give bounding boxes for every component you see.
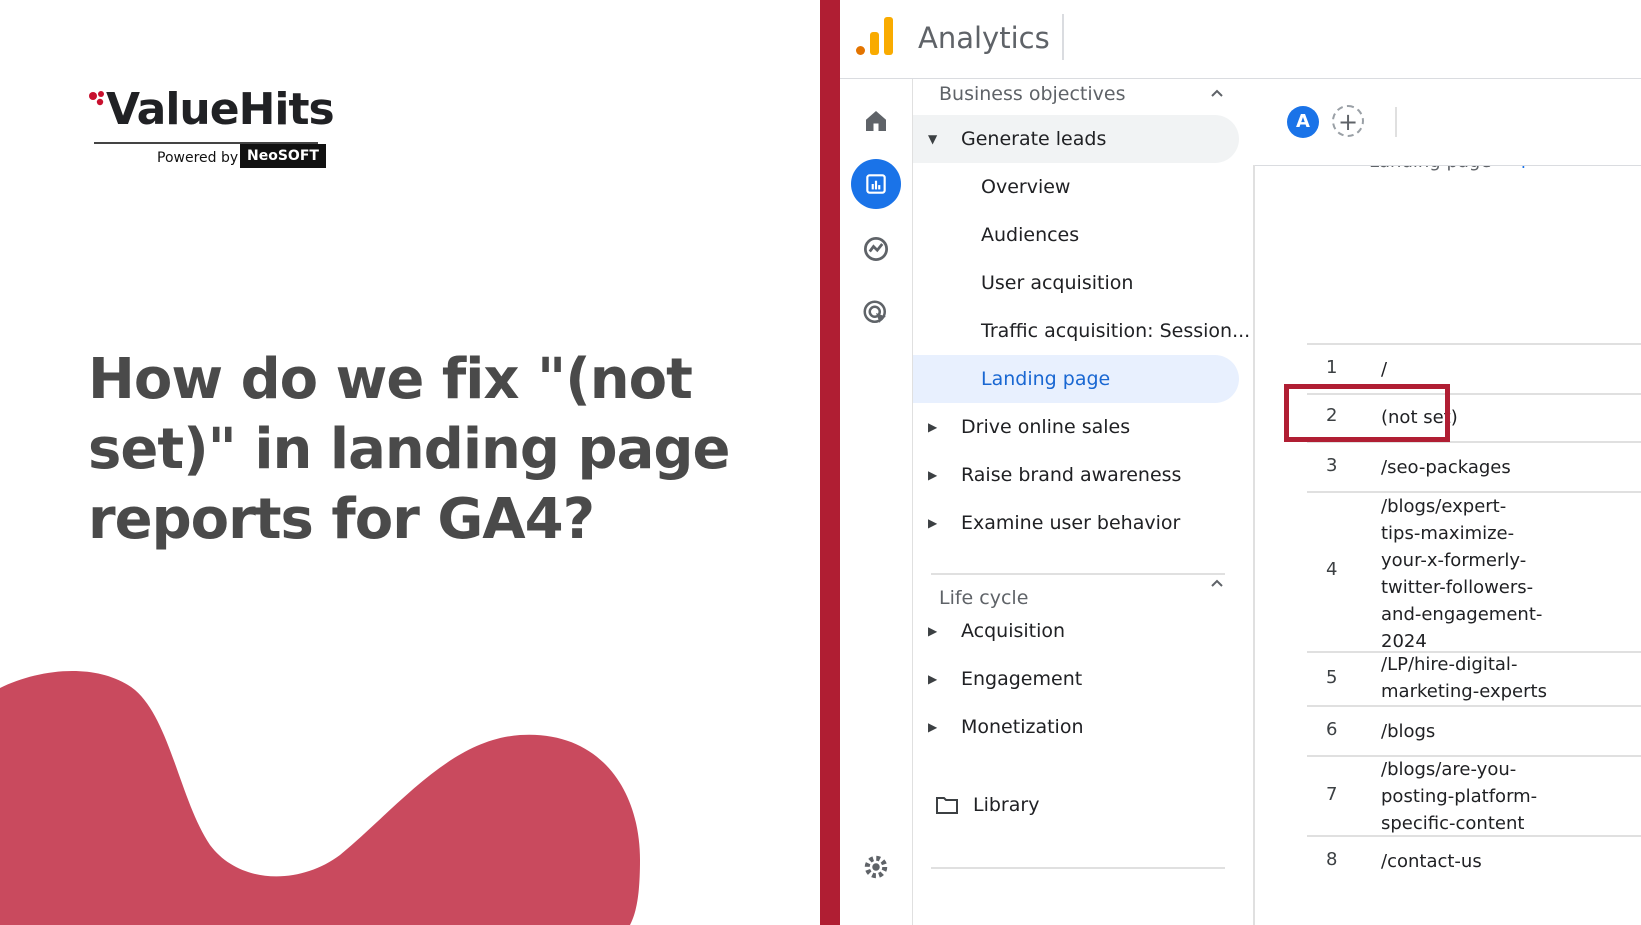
explore-icon[interactable] bbox=[854, 227, 898, 271]
page-title: How do we fix "(not set)" in landing pag… bbox=[88, 347, 730, 552]
folder-icon bbox=[936, 797, 958, 814]
caret-right-icon: ▶ bbox=[928, 468, 938, 482]
not-set-highlight-box bbox=[1284, 384, 1450, 442]
section-life-cycle[interactable]: Life cycle bbox=[939, 573, 1028, 609]
table-row[interactable]: 3 /seo-packages bbox=[1307, 443, 1641, 493]
nav-item-label: Traffic acquisition: Session... bbox=[981, 320, 1251, 342]
nav-item-label: Library bbox=[973, 794, 1040, 816]
nav-item-label: Monetization bbox=[961, 716, 1084, 738]
row-landing-page: / bbox=[1381, 359, 1388, 380]
chevron-up-icon[interactable] bbox=[1209, 575, 1225, 591]
nav-item-label: Drive online sales bbox=[961, 416, 1131, 438]
caret-right-icon: ▶ bbox=[928, 672, 938, 686]
app-title: Analytics bbox=[918, 21, 1050, 55]
header-divider bbox=[1062, 14, 1064, 60]
nav-item-label: Engagement bbox=[961, 668, 1083, 690]
nav-rail bbox=[840, 79, 912, 925]
nav-item-overview[interactable]: Overview bbox=[913, 163, 1239, 211]
logo-partner: NeoSOFT bbox=[240, 144, 326, 168]
row-number: 6 bbox=[1326, 719, 1338, 740]
nav-item-examine-user-behavior[interactable]: ▶ Examine user behavior bbox=[913, 499, 1239, 547]
nav-item-drive-online-sales[interactable]: ▶ Drive online sales bbox=[913, 403, 1239, 451]
caret-right-icon: ▶ bbox=[928, 720, 938, 734]
row-landing-page: /blogs/expert- tips-maximize- your-x-for… bbox=[1381, 496, 1543, 652]
analytics-app: Analytics Business objectives ▼ Generate… bbox=[840, 0, 1641, 925]
comparison-avatar[interactable]: A bbox=[1287, 106, 1319, 138]
caret-down-icon: ▼ bbox=[928, 132, 938, 146]
nav-item-label: Landing page bbox=[981, 368, 1111, 390]
logo-wordmark: ValueHits bbox=[106, 84, 335, 135]
nav-item-label: Raise brand awareness bbox=[961, 464, 1182, 486]
row-number: 1 bbox=[1326, 357, 1338, 378]
table-row[interactable]: 5 /LP/hire-digital- marketing-experts bbox=[1307, 653, 1641, 707]
nav-item-engagement[interactable]: ▶ Engagement bbox=[913, 655, 1239, 703]
report-area: Landing page + A + 1 / 2 (not set) 3 /se… bbox=[1253, 79, 1641, 925]
nav-item-monetization[interactable]: ▶ Monetization bbox=[913, 703, 1239, 751]
home-icon[interactable] bbox=[854, 99, 898, 143]
nav-item-label: Generate leads bbox=[961, 128, 1107, 150]
logo-powered-by: Powered by bbox=[157, 150, 239, 166]
chevron-up-icon[interactable] bbox=[1209, 85, 1225, 101]
nav-item-user-acquisition[interactable]: User acquisition bbox=[913, 259, 1239, 307]
valuehits-logo: ValueHits Powered by NeoSOFT bbox=[88, 84, 335, 174]
nav-item-generate-leads[interactable]: ▼ Generate leads bbox=[913, 115, 1239, 163]
row-number: 3 bbox=[1326, 455, 1338, 476]
advertising-icon[interactable] bbox=[854, 291, 898, 335]
table-row[interactable]: 4 /blogs/expert- tips-maximize- your-x-f… bbox=[1307, 493, 1641, 653]
caret-right-icon: ▶ bbox=[928, 420, 938, 434]
nav-item-label: Audiences bbox=[981, 224, 1080, 246]
nav-item-label: Examine user behavior bbox=[961, 512, 1181, 534]
caret-right-icon: ▶ bbox=[928, 624, 938, 638]
row-number: 7 bbox=[1326, 784, 1338, 805]
analytics-logo-icon[interactable] bbox=[854, 14, 896, 58]
nav-item-label: Overview bbox=[981, 176, 1071, 198]
row-landing-page: /seo-packages bbox=[1381, 457, 1511, 478]
row-landing-page: /LP/hire-digital- marketing-experts bbox=[1381, 654, 1547, 702]
row-landing-page: /blogs/are-you- posting-platform- specif… bbox=[1381, 759, 1538, 834]
nav-item-library[interactable]: Library bbox=[913, 781, 1239, 829]
section-label: Life cycle bbox=[939, 587, 1029, 609]
table-row[interactable]: 8 /contact-us bbox=[1307, 837, 1641, 885]
add-comparison-button[interactable]: + bbox=[1332, 105, 1364, 137]
reports-icon[interactable] bbox=[851, 159, 901, 209]
row-number: 5 bbox=[1326, 667, 1338, 688]
nav-item-raise-brand-awareness[interactable]: ▶ Raise brand awareness bbox=[913, 451, 1239, 499]
nav-divider bbox=[931, 867, 1225, 869]
settings-icon[interactable] bbox=[854, 845, 898, 889]
nav-item-audiences[interactable]: Audiences bbox=[913, 211, 1239, 259]
nav-item-label: User acquisition bbox=[981, 272, 1134, 294]
table-row[interactable]: 7 /blogs/are-you- posting-platform- spec… bbox=[1307, 757, 1641, 837]
row-landing-page: /blogs bbox=[1381, 721, 1436, 742]
app-header: Analytics bbox=[840, 0, 1641, 79]
accent-divider bbox=[820, 0, 840, 925]
comparison-toolbar: A + bbox=[1253, 79, 1641, 166]
caret-right-icon: ▶ bbox=[928, 516, 938, 530]
nav-item-landing-page[interactable]: Landing page bbox=[913, 355, 1239, 403]
reports-navigation: Business objectives ▼ Generate leads Ove… bbox=[912, 79, 1254, 925]
nav-item-traffic-acquisition[interactable]: Traffic acquisition: Session... bbox=[913, 307, 1250, 355]
panel-divider bbox=[1253, 165, 1255, 925]
nav-item-label: Acquisition bbox=[961, 620, 1066, 642]
table-row[interactable]: 6 /blogs bbox=[1307, 707, 1641, 757]
toolbar-divider bbox=[1395, 107, 1397, 137]
article-hero: ValueHits Powered by NeoSOFT How do we f… bbox=[0, 0, 820, 925]
nav-item-acquisition[interactable]: ▶ Acquisition bbox=[913, 607, 1239, 655]
row-number: 4 bbox=[1326, 559, 1338, 580]
section-business-objectives[interactable]: Business objectives bbox=[939, 79, 1125, 109]
row-number: 8 bbox=[1326, 849, 1338, 870]
row-landing-page: /contact-us bbox=[1381, 851, 1482, 872]
